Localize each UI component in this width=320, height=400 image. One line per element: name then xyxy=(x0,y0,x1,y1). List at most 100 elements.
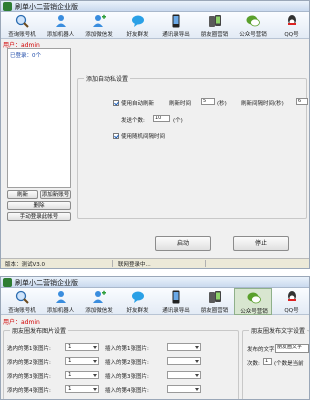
text-settings-title: 朋友圈发布文字设置 xyxy=(249,326,308,335)
magnifier-globe-icon xyxy=(15,290,29,304)
row-value-a: 1 xyxy=(68,386,72,392)
toolbar-window2-item-4[interactable]: 通讯录导出 xyxy=(157,288,195,315)
row-value-a: 1 xyxy=(68,372,72,378)
times-note: (个数是当前 xyxy=(274,361,304,367)
add-contact-icon xyxy=(92,290,106,304)
toolbar-item-label: 朋友圈营销 xyxy=(200,32,229,38)
window-title-2: 刷单小二营销企业版 xyxy=(15,279,78,287)
magnifier-globe-icon xyxy=(15,14,29,28)
row-label-a: 添内的第3张图片: xyxy=(7,374,51,380)
toolbar-item-label: 添加机器人 xyxy=(46,32,75,38)
row-select-b[interactable] xyxy=(167,343,201,351)
toolbar-item-label: 公众号营销 xyxy=(239,32,267,38)
main-window-top: 刷单小二营销企业版 查询账号机 添加机器人 添加微信发 好友群发 通讯录导出 朋友圈营销 公… xyxy=(0,0,310,269)
toolbar-item-label: 添加微信发 xyxy=(85,308,113,314)
phone-icon xyxy=(169,290,183,304)
wechat-bubble-icon xyxy=(247,291,261,305)
toolbar-window2-item-7[interactable]: QQ号 xyxy=(273,288,310,315)
toolbar-window1-item-7[interactable]: QQ号 xyxy=(273,12,310,39)
title-bar-2: 刷单小二营销企业版 xyxy=(1,277,309,288)
app-logo-icon xyxy=(3,2,12,11)
row-select-b[interactable] xyxy=(167,357,201,365)
toolbar-window1-item-3[interactable]: 好友群发 xyxy=(119,12,157,39)
robot-icon xyxy=(54,14,68,28)
interval-input[interactable]: 5 xyxy=(201,98,215,105)
per-input[interactable]: 6 xyxy=(296,98,308,105)
toolbar-window1-item-1[interactable]: 添加机器人 xyxy=(42,12,80,39)
toolbar-item-label: 查询账号机 xyxy=(8,32,36,38)
toolbar-window2-item-5[interactable]: 朋友圈营销 xyxy=(196,288,234,315)
row-select-b[interactable] xyxy=(167,371,201,379)
toolbar-2: 查询账号机 添加机器人 添加微信发 好友群发 通讯录导出 朋友圈营销 公众号营销 QQ号 xyxy=(1,288,309,315)
image-settings-title: 朋友圈发布图片设置 xyxy=(10,326,69,335)
send-text-label: 发布的文字: xyxy=(247,347,277,353)
add-contact-icon xyxy=(92,14,106,28)
toolbar-window1-item-4[interactable]: 通讯录导出 xyxy=(157,12,195,39)
add-account-button[interactable]: 添加新账号 xyxy=(40,190,71,199)
user-label-2: 用户：admin xyxy=(3,319,40,326)
delete-button[interactable]: 删除 xyxy=(7,201,71,210)
interval-label: 刷新时间 xyxy=(169,101,192,107)
toolbar-item-label: 添加机器人 xyxy=(46,308,75,314)
toolbar-window2-item-2[interactable]: 添加微信发 xyxy=(80,288,118,315)
app-logo-icon xyxy=(3,278,12,287)
phone-icon xyxy=(169,14,183,28)
toolbar-item-label: 通讯录导出 xyxy=(162,308,190,314)
toolbar-window2-item-6[interactable]: 公众号营销 xyxy=(234,288,272,315)
row-label-a: 选内的第1张图片: xyxy=(7,346,51,352)
send-text-input[interactable]: 朋友圈文字 xyxy=(275,344,309,353)
interval-unit: (秒) xyxy=(217,101,227,107)
chat-bubble-icon xyxy=(131,290,145,304)
send-count-unit: (个) xyxy=(173,118,183,124)
row-label-b: 插入的第1张图片: xyxy=(105,346,149,352)
toolbar-window2-item-3[interactable]: 好友群发 xyxy=(119,288,157,315)
qq-icon xyxy=(285,14,299,28)
auto-refresh-label: 使用自动刷新 xyxy=(121,101,155,107)
toolbar-item-label: 好友群发 xyxy=(126,32,149,38)
row-select-b[interactable] xyxy=(167,385,201,393)
wechat-bubble-icon xyxy=(246,14,260,28)
robot-icon xyxy=(54,290,68,304)
toolbar-item-label: 好友群发 xyxy=(126,308,149,314)
times-input[interactable]: 1 xyxy=(263,358,272,365)
stop-button[interactable]: 停止 xyxy=(233,236,289,251)
toolbar-item-label: 公众号营销 xyxy=(240,309,268,315)
toolbar-item-label: 通讯录导出 xyxy=(162,32,190,38)
toolbar-window1-item-6[interactable]: 公众号营销 xyxy=(234,12,272,39)
toolbar: 查询账号机 添加机器人 添加微信发 好友群发 通讯录导出 朋友圈营销 公众号营销 QQ号 xyxy=(1,12,309,39)
row-label-a: 添内的第2张图片: xyxy=(7,360,51,366)
status-version: 版本：测试V3.0 xyxy=(3,260,113,268)
window-title: 刷单小二营销企业版 xyxy=(15,3,78,11)
manual-login-button[interactable]: 手动登录此帐号 xyxy=(7,212,71,221)
per-label: 刷新间隔时间(秒) xyxy=(241,101,284,107)
row-value-a: 1 xyxy=(68,358,72,364)
row-label-b: 插入的第2张图片: xyxy=(105,360,149,366)
qq-icon xyxy=(285,290,299,304)
start-button[interactable]: 启动 xyxy=(155,236,211,251)
toolbar-window1-item-5[interactable]: 朋友圈营销 xyxy=(196,12,234,39)
row-label-a: 添内的第4张图片: xyxy=(7,388,51,394)
toolbar-window2-item-0[interactable]: 查询账号机 xyxy=(3,288,41,315)
settings-group-title: 添加自动私设置 xyxy=(84,74,131,83)
phone-cards-icon xyxy=(208,14,222,28)
status-tip: 联网登录中... xyxy=(116,260,206,268)
toolbar-item-label: 朋友圈营销 xyxy=(200,308,229,314)
row-label-b: 插入的第3张图片: xyxy=(105,374,149,380)
row-value-a: 1 xyxy=(68,344,72,350)
toolbar-item-label: 查询账号机 xyxy=(8,308,36,314)
chat-bubble-icon xyxy=(131,14,145,28)
auto-refresh-checkbox[interactable] xyxy=(113,100,119,106)
status-bar: 版本：测试V3.0 联网登录中... xyxy=(1,258,309,268)
toolbar-item-label: QQ号 xyxy=(284,308,299,314)
send-count-label: 发送个数: xyxy=(121,118,145,124)
main-window-bottom: 刷单小二营销企业版 查询账号机 添加机器人 添加微信发 好友群发 通讯录导出 朋友圈营销 公… xyxy=(0,276,310,400)
times-label: 次数: xyxy=(247,361,260,367)
random-interval-checkbox[interactable] xyxy=(113,133,119,139)
refresh-button[interactable]: 刷新 xyxy=(7,190,38,199)
account-list-panel[interactable]: 已登录：0个 xyxy=(7,48,71,188)
toolbar-window1-item-0[interactable]: 查询账号机 xyxy=(3,12,41,39)
toolbar-window2-item-1[interactable]: 添加机器人 xyxy=(42,288,80,315)
send-count-input[interactable]: 10 xyxy=(153,115,170,122)
toolbar-item-label: QQ号 xyxy=(284,32,299,38)
toolbar-window1-item-2[interactable]: 添加微信发 xyxy=(80,12,118,39)
